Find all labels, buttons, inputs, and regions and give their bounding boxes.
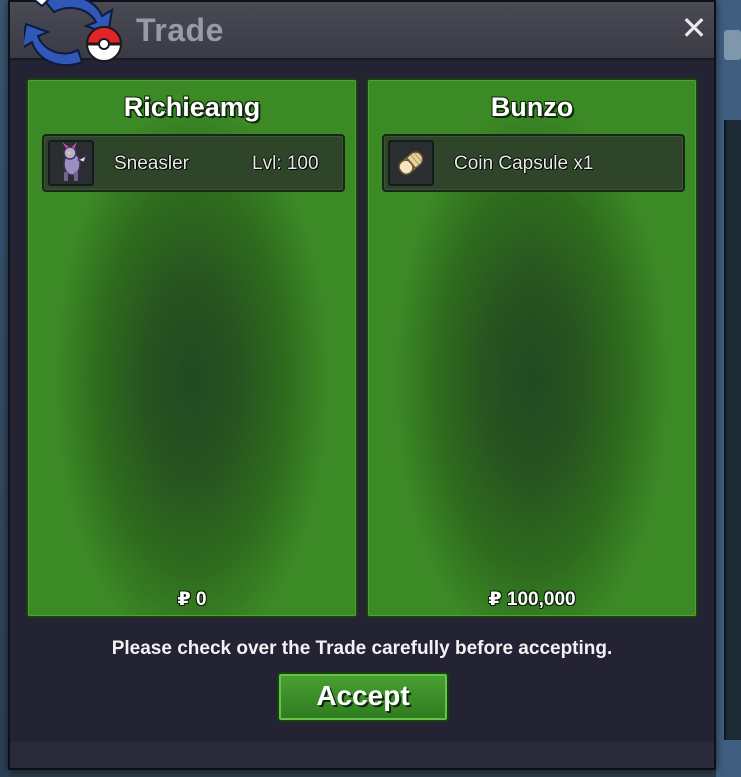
left-offer-item[interactable]: Sneasler Lvl: 100 xyxy=(42,134,345,192)
right-offer-panel: Bunzo Coin Capsule x1 ₽ 100,000 xyxy=(366,78,698,618)
sneasler-sprite-icon xyxy=(48,140,94,186)
right-trader-name: Bunzo xyxy=(490,92,574,122)
background-right-panel xyxy=(724,120,741,740)
window-footer xyxy=(10,742,714,768)
left-item-name: Sneasler xyxy=(114,153,189,174)
window-title: Trade xyxy=(136,12,224,48)
trade-logo-icon xyxy=(20,0,124,70)
title-bar[interactable]: Trade ✕ xyxy=(10,0,714,67)
trade-window: Trade ✕ Richieamg Sneasler Lvl: 100 ₽ 0 … xyxy=(8,0,716,770)
right-item-name: Coin Capsule x1 xyxy=(454,153,594,174)
accept-button[interactable]: Accept xyxy=(277,672,449,722)
right-money-offer: ₽ 100,000 xyxy=(488,589,576,610)
left-trader-name: Richieamg xyxy=(123,92,261,122)
right-offer-item[interactable]: Coin Capsule x1 xyxy=(382,134,685,192)
background-right-control xyxy=(724,30,741,60)
trade-notice: Please check over the Trade carefully be… xyxy=(111,638,613,659)
coin-capsule-icon xyxy=(388,140,434,186)
close-button[interactable]: ✕ xyxy=(680,12,708,44)
left-item-level: Lvl: 100 xyxy=(252,153,319,174)
left-money-offer: ₽ 0 xyxy=(177,589,207,610)
left-offer-panel: Richieamg Sneasler Lvl: 100 ₽ 0 xyxy=(26,78,358,618)
